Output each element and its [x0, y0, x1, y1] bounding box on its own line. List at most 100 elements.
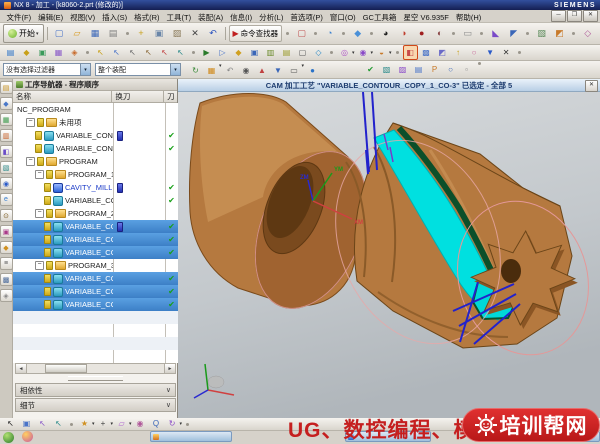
close-icon[interactable]: ✕ — [583, 10, 598, 22]
chevron-down-icon[interactable]: ▾ — [80, 64, 90, 75]
new-file-icon[interactable]: ▢ — [51, 25, 68, 42]
part-navigator-icon[interactable]: ▦ — [0, 113, 13, 126]
undo-icon[interactable]: ↶ — [205, 25, 222, 42]
replay-toolpath-icon[interactable]: ▷ — [215, 45, 230, 60]
constraint-navigator-icon[interactable]: ◆ — [0, 97, 13, 110]
minimize-icon[interactable]: ─ — [551, 10, 566, 22]
shop-documentation-icon[interactable]: ▤ — [279, 45, 294, 60]
operation-navigator-icon[interactable]: ▥ — [0, 129, 13, 142]
tree-row-variable_con[interactable]: VARIABLE_CON...✔ — [13, 272, 178, 285]
scope-dropdown[interactable]: 整个装配 ▾ — [95, 63, 181, 76]
menu-item-1[interactable]: 编辑(E) — [35, 13, 67, 22]
expander-icon[interactable]: − — [26, 157, 35, 166]
menu-item-12[interactable]: 星空 V6.935F — [400, 13, 452, 22]
selected-operation-icon[interactable]: ◧ — [403, 45, 418, 60]
show-hide-icon[interactable]: ◉ — [239, 63, 254, 78]
gouge-check-icon[interactable]: ▨ — [395, 62, 410, 77]
assembly-navigator-icon[interactable]: ▤ — [0, 81, 13, 94]
chevron-down-icon[interactable]: ▾ — [352, 50, 355, 56]
minimized-dialog[interactable] — [150, 431, 232, 442]
flag-icon[interactable]: P — [427, 62, 442, 77]
object-transform-icon[interactable]: ◩ — [435, 45, 450, 60]
feed-rate-icon[interactable]: ◇ — [311, 45, 326, 60]
cut-object-icon[interactable]: ↖ — [109, 45, 124, 60]
swap-layer-icon[interactable]: ▼ — [483, 45, 498, 60]
chevron-down-icon[interactable]: ▾ — [219, 63, 222, 78]
list-toolpath-icon[interactable]: ▢ — [295, 45, 310, 60]
rotate-view-icon[interactable]: ◤ — [505, 25, 522, 42]
close-icon[interactable]: ✕ — [585, 80, 598, 92]
select-cursor-icon[interactable]: ↖ — [3, 417, 18, 432]
snapshot-icon[interactable]: ▢ — [293, 25, 310, 42]
taskbar-icon[interactable] — [22, 431, 33, 442]
delete-object-icon[interactable]: ↖ — [157, 45, 172, 60]
copy-object-icon[interactable]: ↖ — [125, 45, 140, 60]
details-panel-bar[interactable]: 细节 ∨ — [15, 398, 176, 412]
postprocess-icon[interactable]: ▥ — [263, 45, 278, 60]
arrow-up-icon[interactable]: ▲ — [255, 63, 270, 78]
touch-mode-icon[interactable]: ◈ — [0, 289, 13, 302]
scroll-thumb[interactable] — [45, 364, 87, 373]
menu-item-9[interactable]: 首选项(P) — [287, 13, 327, 22]
menu-item-2[interactable]: 视图(V) — [67, 13, 99, 22]
tool-axis-icon[interactable]: ↑ — [451, 45, 466, 60]
tree-row-program_2[interactable]: −PROGRAM_2 — [13, 207, 178, 220]
web-browser-icon[interactable]: ◔ — [321, 25, 338, 42]
mill-orient-icon[interactable]: ◎ — [337, 45, 352, 60]
panel-splitter[interactable] — [68, 376, 123, 381]
wireframe-icon[interactable]: ◐ — [431, 25, 448, 42]
system-scenes-icon[interactable]: ▩ — [0, 273, 13, 286]
restore-icon[interactable]: ❐ — [567, 10, 582, 22]
face-analysis-icon[interactable]: ◑ — [395, 25, 412, 42]
history-icon[interactable]: ⊙ — [0, 209, 13, 222]
cut-icon[interactable]: + — [133, 25, 150, 42]
shaded-view-icon[interactable]: ◆ — [349, 25, 366, 42]
verify-toolpath-icon[interactable]: ◆ — [231, 45, 246, 60]
tree-row-variable_con[interactable]: VARIABLE_CON...✔ — [13, 220, 178, 233]
generate-toolpath-icon[interactable]: ▶ — [199, 45, 214, 60]
tree-row-variable_contour[interactable]: VARIABLE_CONTOUR✔ — [13, 129, 178, 142]
render-style-dark-icon[interactable]: ◕ — [377, 25, 394, 42]
tree-row-variable_conto[interactable]: VARIABLE_CONTO...✔ — [13, 142, 178, 155]
expander-icon[interactable]: − — [35, 209, 44, 218]
menu-item-10[interactable]: 窗口(O) — [326, 13, 359, 22]
tree-row-cavity_mill[interactable]: CAVITY_MILL✔ — [13, 181, 178, 194]
column-header-toolpath[interactable]: 刀 — [164, 91, 177, 102]
open-icon[interactable]: ▱ — [69, 25, 86, 42]
arrow-down-icon[interactable]: ▼ — [271, 63, 286, 78]
expander-icon[interactable]: − — [26, 118, 35, 127]
expander-icon[interactable]: − — [35, 261, 44, 270]
tree-row-variable_con[interactable]: VARIABLE_CON...✔ — [13, 285, 178, 298]
menu-item-4[interactable]: 格式(R) — [131, 13, 163, 22]
menu-item-13[interactable]: 帮助(H) — [452, 13, 484, 22]
pan-view-icon[interactable]: ◣ — [487, 25, 504, 42]
create-method-icon[interactable]: ▦ — [51, 45, 66, 60]
manufacturing-wizard-icon[interactable]: ◆ — [0, 241, 13, 254]
create-operation-icon[interactable]: ◈ — [67, 45, 82, 60]
menu-item-7[interactable]: 信息(I) — [227, 13, 256, 22]
create-program-icon[interactable]: ▤ — [3, 45, 18, 60]
chevron-down-icon[interactable]: ▾ — [180, 421, 183, 427]
process-studio-icon[interactable]: ▣ — [0, 225, 13, 238]
box-select-icon[interactable]: ▣ — [19, 417, 34, 432]
swirl-icon[interactable]: ↻ — [165, 417, 180, 432]
refresh-icon[interactable]: ↻ — [188, 63, 203, 78]
workpiece-icon[interactable]: ▧ — [379, 62, 394, 77]
hd3d-tools-icon[interactable]: ◉ — [0, 177, 13, 190]
chevron-down-icon[interactable]: ▾ — [170, 64, 180, 75]
delete-icon[interactable]: ✕ — [187, 25, 204, 42]
layer-settings-icon[interactable]: ▤ — [411, 62, 426, 77]
tree-row-program[interactable]: −PROGRAM — [13, 155, 178, 168]
internet-explorer-icon[interactable]: e — [0, 193, 13, 206]
lasso-select-icon[interactable]: ↖ — [35, 417, 50, 432]
undo-small-icon[interactable]: ↶ — [223, 63, 238, 78]
note-icon[interactable]: ▫ — [459, 62, 474, 77]
drill-icon[interactable]: ◉ — [356, 45, 371, 60]
boundary-icon[interactable]: ○ — [467, 45, 482, 60]
verify-ok-icon[interactable]: ✔ — [363, 62, 378, 77]
turning-icon[interactable]: ◒ — [374, 45, 389, 60]
graphics-viewport[interactable]: CAM 加工工艺 "VARIABLE_CONTOUR_COPY_1_CO-3" … — [178, 79, 600, 418]
circle-select-icon[interactable]: ○ — [443, 62, 458, 77]
edit-display-icon[interactable]: ▩ — [419, 45, 434, 60]
window-style-icon[interactable]: ▭ — [459, 25, 476, 42]
